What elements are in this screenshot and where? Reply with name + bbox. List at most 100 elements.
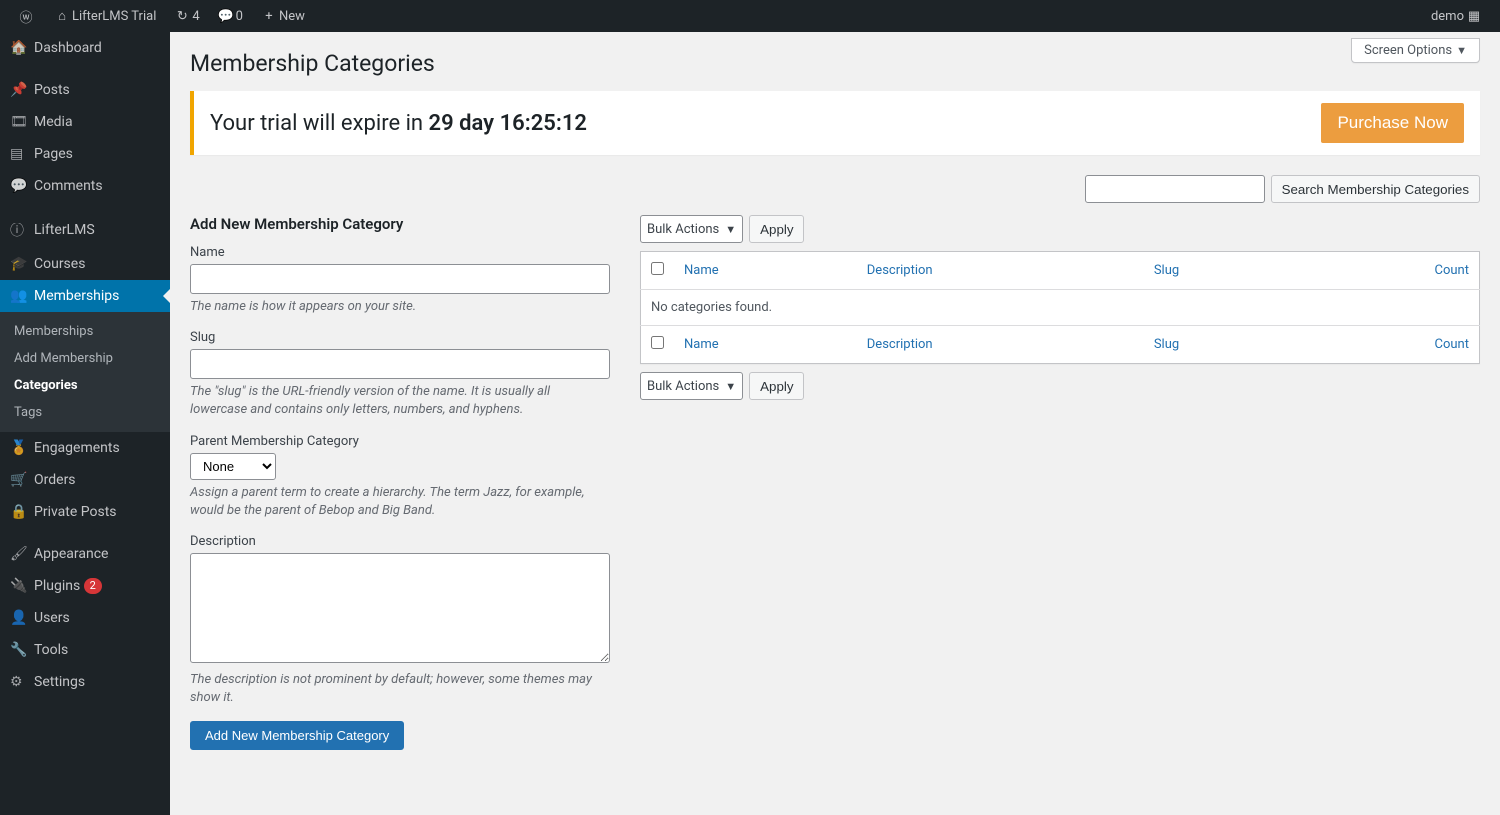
name-label: Name (190, 245, 610, 260)
col-count[interactable]: Count (1296, 252, 1480, 290)
wordpress-icon: ⓦ (16, 7, 36, 26)
pin-icon: 📌 (10, 82, 34, 98)
bulk-actions-select-bottom[interactable]: Bulk Actions▼ (640, 372, 743, 400)
membership-submenu: Memberships Add Membership Categories Ta… (0, 312, 170, 432)
refresh-icon: ↻ (172, 9, 192, 24)
sidebar-item-comments[interactable]: 💬Comments (0, 170, 170, 202)
submenu-categories[interactable]: Categories (0, 372, 170, 399)
admin-sidebar: 🏠Dashboard 📌Posts 🎞Media ▤Pages 💬Comment… (0, 32, 170, 815)
select-all-bottom[interactable] (651, 336, 664, 349)
search-button[interactable]: Search Membership Categories (1271, 175, 1480, 203)
user-name: demo (1431, 9, 1464, 24)
name-help: The name is how it appears on your site. (190, 298, 610, 316)
lifterlms-icon: ⓘ (10, 220, 34, 240)
user-icon: 👤 (10, 610, 34, 626)
parent-help: Assign a parent term to create a hierarc… (190, 484, 610, 520)
col-slug[interactable]: Slug (1144, 252, 1296, 290)
col-name[interactable]: Name (674, 252, 857, 290)
plug-icon: 🔌 (10, 578, 34, 594)
col-name-foot[interactable]: Name (674, 326, 857, 364)
sidebar-item-tools[interactable]: 🔧Tools (0, 634, 170, 666)
wordpress-logo[interactable]: ⓦ (8, 0, 44, 32)
sidebar-item-appearance[interactable]: 🖌Appearance (0, 538, 170, 570)
parent-select[interactable]: None (190, 453, 276, 480)
comments-count: 0 (236, 9, 243, 24)
sidebar-item-dashboard[interactable]: 🏠Dashboard (0, 32, 170, 64)
form-title: Add New Membership Category (190, 215, 610, 233)
sidebar-item-memberships[interactable]: 👥Memberships (0, 280, 170, 312)
sidebar-item-pages[interactable]: ▤Pages (0, 138, 170, 170)
trial-message: Your trial will expire in 29 day 16:25:1… (210, 111, 587, 136)
new-link[interactable]: + New (251, 0, 313, 32)
chevron-down-icon: ▼ (725, 380, 736, 393)
search-input[interactable] (1085, 175, 1265, 203)
purchase-button[interactable]: Purchase Now (1321, 103, 1464, 143)
comment-icon: 💬 (216, 9, 236, 24)
sidebar-item-orders[interactable]: 🛒Orders (0, 464, 170, 496)
site-name: LifterLMS Trial (72, 9, 156, 24)
dashboard-icon: 🏠 (10, 40, 34, 56)
chevron-down-icon: ▼ (1456, 44, 1467, 57)
slug-label: Slug (190, 330, 610, 345)
sidebar-item-private-posts[interactable]: 🔒Private Posts (0, 496, 170, 528)
page-title: Membership Categories (190, 50, 1480, 77)
avatar-icon: ▦ (1464, 9, 1484, 24)
submenu-add-membership[interactable]: Add Membership (0, 345, 170, 372)
sidebar-item-media[interactable]: 🎞Media (0, 106, 170, 138)
chevron-down-icon: ▼ (725, 223, 736, 236)
site-link[interactable]: ⌂LifterLMS Trial (44, 0, 164, 32)
sidebar-item-settings[interactable]: ⚙Settings (0, 666, 170, 698)
plus-icon: + (259, 9, 279, 24)
media-icon: 🎞 (10, 114, 34, 130)
wrench-icon: 🔧 (10, 642, 34, 658)
cart-icon: 🛒 (10, 472, 34, 488)
brush-icon: 🖌 (10, 546, 34, 562)
content-area: Screen Options▼ Membership Categories Yo… (170, 32, 1500, 815)
settings-icon: ⚙ (10, 674, 34, 690)
comment-icon: 💬 (10, 178, 34, 194)
submenu-tags[interactable]: Tags (0, 399, 170, 426)
col-description-foot[interactable]: Description (857, 326, 1144, 364)
screen-options-button[interactable]: Screen Options▼ (1351, 38, 1480, 63)
apply-button-bottom[interactable]: Apply (749, 372, 804, 400)
plugins-badge: 2 (84, 578, 102, 594)
admin-bar: ⓦ ⌂LifterLMS Trial ↻ 4 💬 0 + New demo ▦ (0, 0, 1500, 32)
slug-help: The "slug" is the URL-friendly version o… (190, 383, 610, 419)
col-slug-foot[interactable]: Slug (1144, 326, 1296, 364)
sidebar-item-courses[interactable]: 🎓Courses (0, 248, 170, 280)
users-icon: 👥 (10, 288, 34, 304)
select-all-top[interactable] (651, 262, 664, 275)
sidebar-item-lifterlms[interactable]: ⓘLifterLMS (0, 212, 170, 248)
page-icon: ▤ (10, 146, 34, 162)
badge-icon: 🏅 (10, 440, 34, 456)
sidebar-item-plugins[interactable]: 🔌Plugins 2 (0, 570, 170, 602)
user-menu[interactable]: demo ▦ (1423, 0, 1492, 32)
tablenav-top: Bulk Actions▼ Apply (640, 215, 1480, 243)
updates-link[interactable]: ↻ 4 (164, 0, 207, 32)
col-count-foot[interactable]: Count (1296, 326, 1480, 364)
comments-link[interactable]: 💬 0 (208, 0, 251, 32)
new-label: New (279, 9, 305, 24)
updates-count: 4 (192, 9, 199, 24)
search-row: Search Membership Categories (190, 175, 1480, 203)
description-textarea[interactable] (190, 553, 610, 663)
tablenav-bottom: Bulk Actions▼ Apply (640, 372, 1480, 400)
empty-message: No categories found. (641, 290, 1480, 326)
submenu-memberships[interactable]: Memberships (0, 318, 170, 345)
description-label: Description (190, 534, 610, 549)
sidebar-item-engagements[interactable]: 🏅Engagements (0, 432, 170, 464)
bulk-actions-select-top[interactable]: Bulk Actions▼ (640, 215, 743, 243)
categories-table: Name Description Slug Count No categorie… (640, 251, 1480, 364)
submit-button[interactable]: Add New Membership Category (190, 721, 404, 750)
sidebar-item-users[interactable]: 👤Users (0, 602, 170, 634)
trial-notice: Your trial will expire in 29 day 16:25:1… (190, 91, 1480, 155)
apply-button-top[interactable]: Apply (749, 215, 804, 243)
sidebar-item-posts[interactable]: 📌Posts (0, 74, 170, 106)
description-help: The description is not prominent by defa… (190, 671, 610, 707)
table-row-empty: No categories found. (641, 290, 1480, 326)
parent-label: Parent Membership Category (190, 434, 610, 449)
slug-input[interactable] (190, 349, 610, 379)
col-description[interactable]: Description (857, 252, 1144, 290)
lock-icon: 🔒 (10, 504, 34, 520)
name-input[interactable] (190, 264, 610, 294)
